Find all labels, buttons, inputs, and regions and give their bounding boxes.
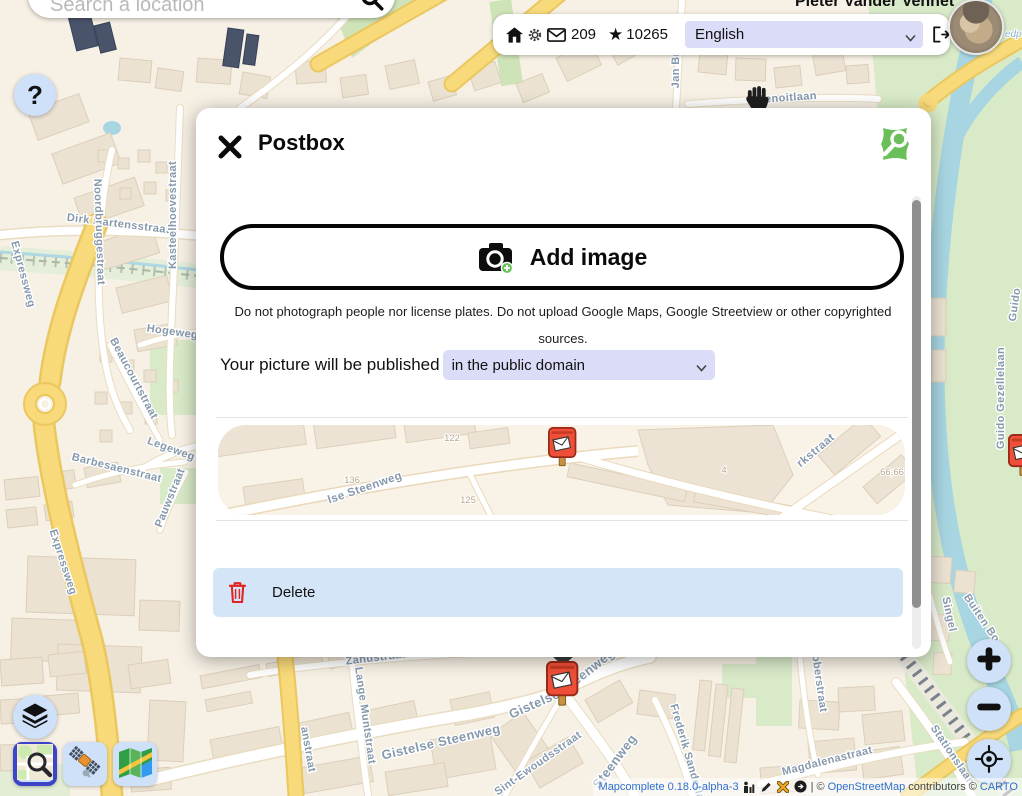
help-button[interactable]: ? [14, 74, 56, 116]
background-style-map-button[interactable] [113, 742, 157, 786]
trash-icon [228, 581, 247, 604]
dialog-scrollbar[interactable] [912, 196, 921, 649]
search-bar[interactable] [28, 0, 395, 18]
contributor-stats-icon[interactable] [743, 781, 755, 793]
search-input[interactable] [48, 0, 352, 18]
chevron-down-icon [905, 29, 916, 46]
help-label: ? [27, 80, 43, 111]
street-label: Jan Br [670, 51, 682, 88]
housenumber-label: 125 [460, 495, 476, 506]
star-icon: ★ [608, 25, 623, 45]
mapcomplete-version-link[interactable]: Mapcomplete 0.18.0-alpha-3 [599, 781, 739, 793]
gear-icon[interactable] [527, 27, 543, 43]
add-image-label: Add image [530, 244, 648, 271]
attribution-bar: Mapcomplete 0.18.0-alpha-3 | © OpenStree… [593, 778, 1022, 796]
plus-icon [974, 644, 1004, 679]
language-select[interactable]: English [685, 21, 923, 48]
zoom-out-button[interactable] [967, 687, 1011, 731]
user-name[interactable]: Pieter Vander Vennet [795, 0, 954, 11]
camera-plus-icon [477, 240, 515, 274]
star-count[interactable]: 10265 [626, 26, 668, 43]
mapcomplete-logo-icon [877, 126, 913, 167]
zoom-in-button[interactable] [967, 639, 1011, 683]
edit-pencil-icon[interactable] [760, 781, 772, 793]
add-image-button[interactable]: Add image [220, 224, 904, 290]
messages-icon[interactable] [547, 28, 566, 42]
language-value: English [695, 26, 744, 43]
place-label: edp [1005, 29, 1022, 40]
geolocate-button[interactable] [967, 739, 1011, 783]
close-icon[interactable] [216, 133, 244, 166]
osm-link[interactable]: OpenStreetMap [828, 781, 906, 793]
layers-icon [20, 701, 50, 734]
layers-button[interactable] [13, 695, 57, 739]
housenumber-label: 122 [444, 433, 460, 444]
license-value: in the public domain [452, 357, 585, 374]
satellite-icon [67, 744, 103, 785]
background-style-osm-button[interactable] [13, 742, 57, 786]
delete-label: Delete [272, 584, 315, 601]
search-icon[interactable] [359, 0, 385, 17]
message-count[interactable]: 209 [571, 26, 596, 43]
divider [216, 417, 908, 418]
delete-button[interactable]: Delete [213, 568, 903, 617]
housenumber-label: 66;66 [880, 467, 904, 478]
street-label: Guido Gezellelaan [995, 347, 1007, 449]
osm-map-thumbnail-icon [17, 744, 53, 785]
background-style-satellite-button[interactable] [63, 742, 107, 786]
housenumber-label: 4 [721, 465, 726, 476]
circle-arrow-icon[interactable] [794, 780, 807, 793]
feature-minimap[interactable]: 122 136 lse Steenweg 125 4 rkstraat 66;6… [218, 425, 905, 515]
license-select[interactable]: in the public domain [443, 350, 715, 380]
divider [216, 520, 908, 521]
avatar[interactable] [948, 0, 1004, 55]
home-icon[interactable] [506, 27, 523, 43]
user-panel: 209 ★ 10265 English [493, 14, 950, 55]
minus-icon [974, 692, 1004, 727]
license-row: Your picture will be published in the pu… [220, 350, 715, 380]
chevron-down-icon [696, 359, 707, 376]
attribution-sep: | © [811, 781, 825, 793]
license-prefix: Your picture will be published [220, 355, 440, 375]
dialog-scrollbar-thumb[interactable] [912, 200, 921, 608]
carto-link[interactable]: CARTO [980, 781, 1018, 793]
postbox-dialog: Postbox Add image Do not photograph peop [196, 108, 931, 657]
folded-map-icon [117, 744, 153, 785]
image-disclaimer: Do not photograph people nor license pla… [225, 298, 901, 352]
mapcomplete-app: Dirk Martensstraat Jan Br Benoitlaan edp… [0, 0, 1022, 796]
street-label: Kasteelhoevestraat [167, 161, 179, 269]
crosshair-icon [974, 744, 1004, 779]
attribution-contributors: contributors © [908, 781, 977, 793]
dialog-title: Postbox [258, 130, 345, 156]
license-x-icon[interactable] [777, 781, 789, 793]
